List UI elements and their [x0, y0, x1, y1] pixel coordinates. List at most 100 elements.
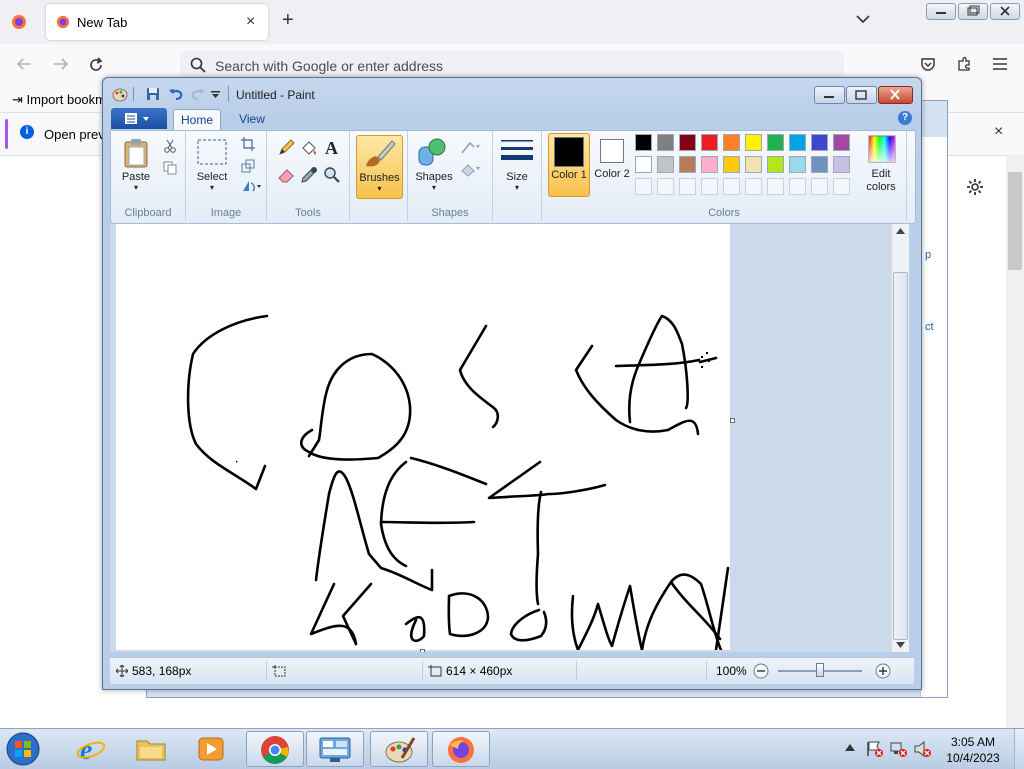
scroll-down-icon[interactable]	[896, 642, 905, 648]
size-button[interactable]: Size ▾	[495, 135, 539, 197]
palette-color-swatch[interactable]	[745, 156, 762, 173]
palette-color-swatch[interactable]	[789, 134, 806, 151]
palette-color-swatch[interactable]	[811, 156, 828, 173]
palette-custom-slot[interactable]	[679, 178, 696, 195]
palette-custom-slot[interactable]	[811, 178, 828, 195]
page-scrollbar-thumb[interactable]	[1008, 172, 1022, 270]
paint-close-button[interactable]	[878, 86, 913, 104]
clock[interactable]: 3:05 AM 10/4/2023	[940, 734, 1006, 766]
new-tab-button[interactable]: +	[282, 10, 294, 30]
canvas-resize-handle-bottom[interactable]	[420, 649, 425, 652]
canvas-resize-handle-right[interactable]	[730, 418, 735, 423]
canvas-scrollbar-thumb[interactable]	[893, 272, 908, 640]
fill-shape-icon[interactable]	[460, 161, 482, 177]
notice-close-button[interactable]: ×	[994, 123, 1003, 141]
back-icon[interactable]	[15, 56, 33, 72]
paint-app-icon[interactable]	[112, 86, 128, 102]
paint-maximize-button[interactable]	[846, 86, 877, 104]
gear-icon[interactable]	[966, 178, 984, 196]
firefox-menu-icon[interactable]	[11, 14, 27, 30]
palette-custom-slot[interactable]	[723, 178, 740, 195]
palette-custom-slot[interactable]	[767, 178, 784, 195]
tab-home[interactable]: Home	[173, 109, 221, 131]
close-window-button[interactable]	[990, 3, 1020, 20]
rotate-icon[interactable]	[241, 179, 263, 193]
cut-icon[interactable]	[163, 139, 177, 153]
pencil-icon[interactable]	[277, 139, 295, 157]
palette-color-swatch[interactable]	[833, 134, 850, 151]
crop-icon[interactable]	[241, 137, 255, 151]
eraser-icon[interactable]	[277, 166, 295, 184]
palette-color-swatch[interactable]	[767, 134, 784, 151]
volume-muted-icon[interactable]	[914, 741, 932, 757]
palette-custom-slot[interactable]	[833, 178, 850, 195]
palette-color-swatch[interactable]	[723, 134, 740, 151]
taskbar-control-panel[interactable]	[306, 731, 364, 767]
action-center-icon[interactable]	[866, 741, 884, 757]
palette-custom-slot[interactable]	[635, 178, 652, 195]
tab-close-button[interactable]: ×	[246, 13, 255, 31]
palette-color-swatch[interactable]	[679, 156, 696, 173]
address-bar[interactable]: Search with Google or enter address	[180, 51, 844, 79]
copy-icon[interactable]	[163, 161, 177, 175]
resize-icon[interactable]	[241, 159, 255, 173]
tab-view[interactable]: View	[229, 109, 275, 130]
page-scrollbar[interactable]	[1006, 154, 1024, 728]
zoom-in-icon[interactable]	[875, 663, 891, 679]
drawing-canvas[interactable]	[116, 224, 730, 650]
palette-custom-slot[interactable]	[789, 178, 806, 195]
zoom-out-icon[interactable]	[753, 663, 769, 679]
palette-color-swatch[interactable]	[745, 134, 762, 151]
palette-color-swatch[interactable]	[701, 156, 718, 173]
palette-color-swatch[interactable]	[723, 156, 740, 173]
fill-icon[interactable]	[300, 139, 318, 157]
palette-color-swatch[interactable]	[789, 156, 806, 173]
taskbar-internet-explorer[interactable]: e	[62, 731, 120, 767]
brushes-button[interactable]: Brushes ▾	[356, 135, 403, 199]
tab-new-tab[interactable]: New Tab ×	[46, 4, 268, 40]
taskbar-file-explorer[interactable]	[122, 731, 180, 767]
network-icon[interactable]	[890, 741, 908, 757]
palette-color-swatch[interactable]	[635, 156, 652, 173]
taskbar-paint[interactable]	[370, 731, 428, 767]
palette-custom-slot[interactable]	[745, 178, 762, 195]
reload-icon[interactable]	[87, 56, 105, 74]
shapes-button[interactable]: Shapes ▾	[412, 135, 456, 197]
scroll-up-icon[interactable]	[896, 228, 905, 234]
chevron-down-icon[interactable]	[856, 14, 870, 24]
undo-icon[interactable]	[168, 87, 184, 101]
color-picker-icon[interactable]	[300, 166, 318, 184]
redo-icon[interactable]	[190, 87, 206, 101]
outline-icon[interactable]	[460, 139, 482, 155]
palette-color-swatch[interactable]	[833, 156, 850, 173]
paint-menu-button[interactable]	[111, 108, 167, 129]
pocket-icon[interactable]	[920, 56, 936, 72]
magnifier-icon[interactable]	[323, 166, 341, 184]
tray-expand-icon[interactable]	[845, 743, 855, 751]
paste-button[interactable]: Paste ▾	[116, 135, 156, 197]
palette-color-swatch[interactable]	[701, 134, 718, 151]
minimize-button[interactable]	[926, 3, 956, 20]
save-icon[interactable]	[146, 87, 160, 101]
palette-custom-slot[interactable]	[701, 178, 718, 195]
edit-colors-button[interactable]: Edit colors	[860, 133, 902, 195]
palette-custom-slot[interactable]	[657, 178, 674, 195]
taskbar-media-player[interactable]	[182, 731, 240, 767]
color2-button[interactable]: Color 2	[592, 133, 632, 195]
forward-icon[interactable]	[52, 56, 70, 72]
paint-minimize-button[interactable]	[814, 86, 845, 104]
zoom-slider-thumb[interactable]	[816, 663, 824, 677]
select-button[interactable]: Select ▾	[190, 135, 234, 197]
text-icon[interactable]: A	[323, 138, 341, 156]
start-button[interactable]	[4, 731, 42, 767]
taskbar-firefox[interactable]	[432, 731, 490, 767]
color1-button[interactable]: Color 1	[548, 133, 590, 197]
palette-color-swatch[interactable]	[657, 134, 674, 151]
hamburger-menu-icon[interactable]	[992, 57, 1008, 71]
palette-color-swatch[interactable]	[635, 134, 652, 151]
palette-color-swatch[interactable]	[767, 156, 784, 173]
palette-color-swatch[interactable]	[679, 134, 696, 151]
restore-button[interactable]	[958, 3, 988, 20]
extensions-icon[interactable]	[956, 56, 972, 72]
palette-color-swatch[interactable]	[811, 134, 828, 151]
